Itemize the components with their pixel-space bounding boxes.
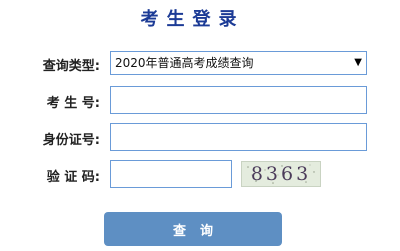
exam-number-label: 考 生 号: [46,96,100,111]
id-number-label: 身份证号: [42,133,100,148]
captcha-text: 8363 [250,163,312,185]
query-type-select[interactable]: 2020年普通高考成绩查询 ▼ [110,51,367,75]
query-type-selected-value: 2020年普通高考成绩查询 [115,56,254,70]
query-button[interactable]: 查询 [104,212,282,246]
exam-number-input[interactable] [110,86,367,114]
page-title: 考生登录 [140,9,245,30]
login-page: 考生登录 查询类型: 2020年普通高考成绩查询 ▼ 考 生 号: 身份证号: … [0,0,400,251]
captcha-input[interactable] [110,160,232,188]
query-type-label: 查询类型: [42,59,100,74]
captcha-label: 验 证 码: [46,170,100,185]
chevron-down-icon[interactable]: ▼ [354,52,362,74]
id-number-input[interactable] [110,123,367,151]
captcha-image[interactable]: 8363 [241,161,321,187]
